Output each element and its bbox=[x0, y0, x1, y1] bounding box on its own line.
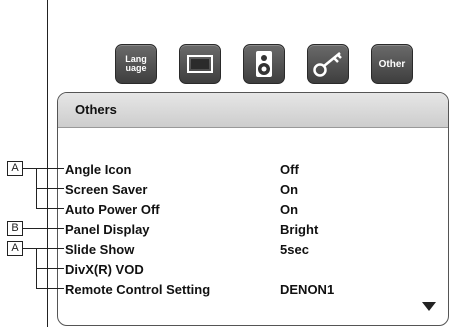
setting-value: On bbox=[280, 202, 299, 217]
setting-label: Panel Display bbox=[65, 222, 150, 237]
key-icon-glyph bbox=[313, 52, 342, 77]
annotation-connector bbox=[36, 268, 64, 269]
annotation-connector bbox=[22, 248, 64, 249]
setting-row-screen-saver[interactable]: Screen Saver On bbox=[58, 181, 448, 199]
page-margin-line bbox=[47, 0, 48, 327]
language-icon[interactable]: Lang uage bbox=[115, 44, 157, 84]
screen-icon-glyph bbox=[187, 55, 213, 73]
annotation-connector bbox=[36, 208, 64, 209]
setting-row-auto-power-off[interactable]: Auto Power Off On bbox=[58, 201, 448, 219]
setting-label: Auto Power Off bbox=[65, 202, 160, 217]
setting-value: 5sec bbox=[280, 242, 309, 257]
setting-row-remote-control-setting[interactable]: Remote Control Setting DENON1 bbox=[58, 281, 448, 299]
setting-row-panel-display[interactable]: Panel Display Bright bbox=[58, 221, 448, 239]
annotation-connector bbox=[36, 288, 64, 289]
setting-row-angle-icon[interactable]: Angle Icon Off bbox=[58, 161, 448, 179]
setting-row-divx-vod[interactable]: DivX(R) VOD bbox=[58, 261, 448, 279]
others-settings-panel: Others Angle Icon Off Screen Saver On Au… bbox=[57, 92, 449, 326]
setting-label: DivX(R) VOD bbox=[65, 262, 144, 277]
setting-value: Off bbox=[280, 162, 299, 177]
setting-value: On bbox=[280, 182, 299, 197]
setup-menu-icon-bar: Lang uage Other bbox=[115, 44, 420, 84]
setting-value: DENON1 bbox=[280, 282, 335, 297]
annotation-connector bbox=[22, 228, 64, 229]
annotation-connector bbox=[36, 188, 64, 189]
speaker-icon-glyph bbox=[256, 51, 272, 77]
annotation-label-a-top: A bbox=[7, 161, 23, 176]
screen-icon[interactable] bbox=[179, 44, 221, 84]
setting-label: Remote Control Setting bbox=[65, 282, 211, 297]
other-icon[interactable]: Other bbox=[371, 44, 413, 84]
setting-label: Angle Icon bbox=[65, 162, 132, 177]
setting-label: Screen Saver bbox=[65, 182, 148, 197]
setting-row-slide-show[interactable]: Slide Show 5sec bbox=[58, 241, 448, 259]
panel-header: Others bbox=[58, 93, 448, 128]
setting-value: Bright bbox=[280, 222, 319, 237]
panel-title: Others bbox=[75, 102, 117, 117]
down-triangle-icon[interactable] bbox=[422, 302, 436, 311]
speaker-icon[interactable] bbox=[243, 44, 285, 84]
key-icon[interactable] bbox=[307, 44, 349, 84]
annotation-connector bbox=[22, 168, 64, 169]
setting-label: Slide Show bbox=[65, 242, 135, 257]
annotation-label-a-bottom: A bbox=[7, 241, 23, 256]
annotation-label-b: B bbox=[7, 221, 23, 236]
